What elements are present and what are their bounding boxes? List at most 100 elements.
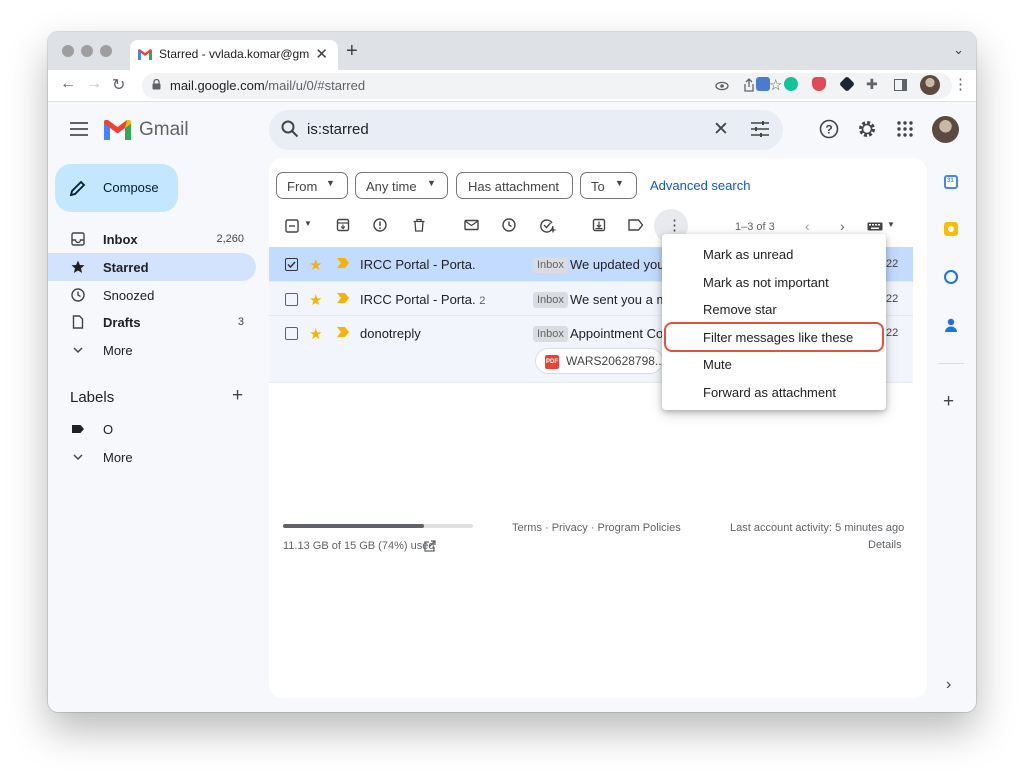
input-tools-dropdown-icon[interactable]: ▼ xyxy=(887,220,895,229)
details-link[interactable]: Details xyxy=(868,539,902,551)
move-to-icon[interactable] xyxy=(592,218,606,232)
back-arrow-icon[interactable]: ← xyxy=(60,75,76,93)
share-icon[interactable] xyxy=(742,78,756,93)
attachment-chip[interactable]: PDF WARS20628798... xyxy=(535,348,665,374)
last-activity-text: Last account activity: 5 minutes ago xyxy=(730,522,905,534)
any-time-filter-chip[interactable]: Any time ▼ xyxy=(355,172,448,199)
menu-item-forward-attachment[interactable]: Forward as attachment xyxy=(703,385,836,400)
sidebar-label-o[interactable]: O xyxy=(48,415,256,443)
select-dropdown-icon[interactable]: ▼ xyxy=(304,219,312,228)
translate-extension-icon[interactable] xyxy=(756,77,770,91)
account-avatar[interactable] xyxy=(932,116,959,143)
tasks-app-icon[interactable] xyxy=(944,270,958,284)
star-icon[interactable]: ★ xyxy=(309,291,322,309)
report-spam-icon[interactable] xyxy=(373,218,387,232)
browser-tab[interactable]: Starred - vvlada.komar@gmail ✕ xyxy=(130,40,338,70)
main-menu-icon[interactable] xyxy=(70,122,88,136)
forward-arrow-icon[interactable]: → xyxy=(86,75,102,93)
row-checkbox[interactable] xyxy=(285,293,298,306)
mark-unread-icon[interactable] xyxy=(464,218,479,232)
extensions-puzzle-icon[interactable]: ✚ xyxy=(866,76,878,93)
label-as-icon[interactable] xyxy=(628,219,644,231)
sidebar-item-label: Inbox xyxy=(103,232,138,247)
add-task-icon[interactable] xyxy=(540,218,556,233)
advanced-search-link[interactable]: Advanced search xyxy=(650,178,750,193)
star-icon[interactable]: ★ xyxy=(309,256,322,274)
menu-item-mute[interactable]: Mute xyxy=(703,357,732,372)
calendar-app-icon[interactable]: 31 xyxy=(944,175,958,189)
apps-grid-icon[interactable] xyxy=(897,121,913,137)
sidebar-labels-more[interactable]: More xyxy=(48,443,256,471)
row-checkbox[interactable] xyxy=(285,258,298,271)
footer-policy-links[interactable]: Terms · Privacy · Program Policies xyxy=(512,522,681,534)
star-icon[interactable]: ★ xyxy=(309,325,322,343)
tab-search-icon[interactable]: ⌄ xyxy=(953,42,964,58)
svg-text:?: ? xyxy=(825,123,832,137)
eye-icon[interactable] xyxy=(715,79,729,93)
show-side-panel-chevron-icon[interactable]: › xyxy=(946,676,951,694)
side-panel-icon[interactable] xyxy=(894,79,907,91)
search-bar[interactable]: is:starred ✕ xyxy=(269,110,783,150)
inbox-badge[interactable]: Inbox xyxy=(533,292,568,308)
zoom-window-button[interactable] xyxy=(100,45,112,57)
gmail-logo-icon xyxy=(104,120,131,140)
row-checkbox[interactable] xyxy=(285,327,298,340)
tab-close-icon[interactable]: ✕ xyxy=(315,45,328,63)
search-options-icon[interactable] xyxy=(751,121,769,137)
menu-item-filter-messages[interactable]: Filter messages like these xyxy=(703,330,853,345)
open-external-icon[interactable] xyxy=(424,540,436,552)
search-icon[interactable] xyxy=(281,120,299,138)
get-addons-plus-icon[interactable]: + xyxy=(943,391,954,413)
bookmark-star-icon[interactable]: ☆ xyxy=(769,76,782,94)
contacts-app-icon[interactable] xyxy=(944,318,958,332)
archive-icon[interactable] xyxy=(336,218,350,232)
keep-app-icon[interactable] xyxy=(944,222,958,236)
compose-button[interactable]: Compose xyxy=(55,164,178,212)
inbox-icon xyxy=(71,232,85,246)
keyboard-icon[interactable] xyxy=(867,222,883,231)
new-tab-button[interactable]: + xyxy=(346,40,358,63)
close-window-button[interactable] xyxy=(62,45,74,57)
help-icon[interactable]: ? xyxy=(819,119,839,139)
menu-item-mark-not-important[interactable]: Mark as not important xyxy=(703,275,829,290)
chip-label: Any time xyxy=(366,179,417,194)
grammarly-extension-icon[interactable] xyxy=(784,77,798,91)
to-filter-chip[interactable]: To ▼ xyxy=(580,172,637,199)
important-marker-icon[interactable] xyxy=(337,258,349,268)
snooze-clock-icon[interactable] xyxy=(502,218,516,232)
sidebar-item-inbox[interactable]: Inbox 2,260 xyxy=(48,225,256,253)
sidebar-item-drafts[interactable]: Drafts 3 xyxy=(48,308,256,336)
dropdown-arrow-icon: ▼ xyxy=(427,178,436,188)
address-bar[interactable]: mail.google.com/mail/u/0/#starred ☆ xyxy=(142,73,952,99)
clear-search-icon[interactable]: ✕ xyxy=(713,118,729,141)
sidebar-item-label: Starred xyxy=(103,260,149,275)
important-marker-icon[interactable] xyxy=(337,293,349,303)
browser-menu-icon[interactable]: ⋮ xyxy=(953,75,968,93)
menu-item-remove-star[interactable]: Remove star xyxy=(703,302,777,317)
search-input[interactable]: is:starred xyxy=(307,121,369,138)
from-filter-chip[interactable]: From ▼ xyxy=(276,172,348,199)
settings-gear-icon[interactable] xyxy=(857,119,877,139)
profile-avatar[interactable] xyxy=(920,75,940,95)
sender-name: IRCC Portal - Porta. xyxy=(360,292,476,307)
shield-extension-icon[interactable] xyxy=(812,77,826,91)
newer-chevron-icon[interactable]: ‹ xyxy=(805,218,810,234)
storage-progress-fill xyxy=(283,524,424,528)
important-marker-icon[interactable] xyxy=(337,327,349,337)
sidebar-item-starred[interactable]: Starred xyxy=(48,253,256,281)
inbox-badge[interactable]: Inbox xyxy=(533,257,568,273)
menu-item-mark-unread[interactable]: Mark as unread xyxy=(703,247,793,262)
trash-icon[interactable] xyxy=(412,218,426,232)
more-actions-menu: Mark as unread Mark as not important Rem… xyxy=(662,234,886,410)
reload-icon[interactable]: ↻ xyxy=(112,75,125,95)
label-tag-icon xyxy=(72,425,84,433)
add-label-button[interactable]: + xyxy=(232,385,243,407)
select-checkbox-icon[interactable] xyxy=(285,219,299,233)
sidebar-item-more[interactable]: More xyxy=(48,336,256,364)
has-attachment-filter-chip[interactable]: Has attachment xyxy=(456,172,573,199)
older-chevron-icon[interactable]: › xyxy=(840,218,845,234)
minimize-window-button[interactable] xyxy=(81,45,93,57)
inbox-badge[interactable]: Inbox xyxy=(533,326,568,342)
pagination-text: 1–3 of 3 xyxy=(735,221,775,233)
sidebar-item-snoozed[interactable]: Snoozed xyxy=(48,281,256,309)
